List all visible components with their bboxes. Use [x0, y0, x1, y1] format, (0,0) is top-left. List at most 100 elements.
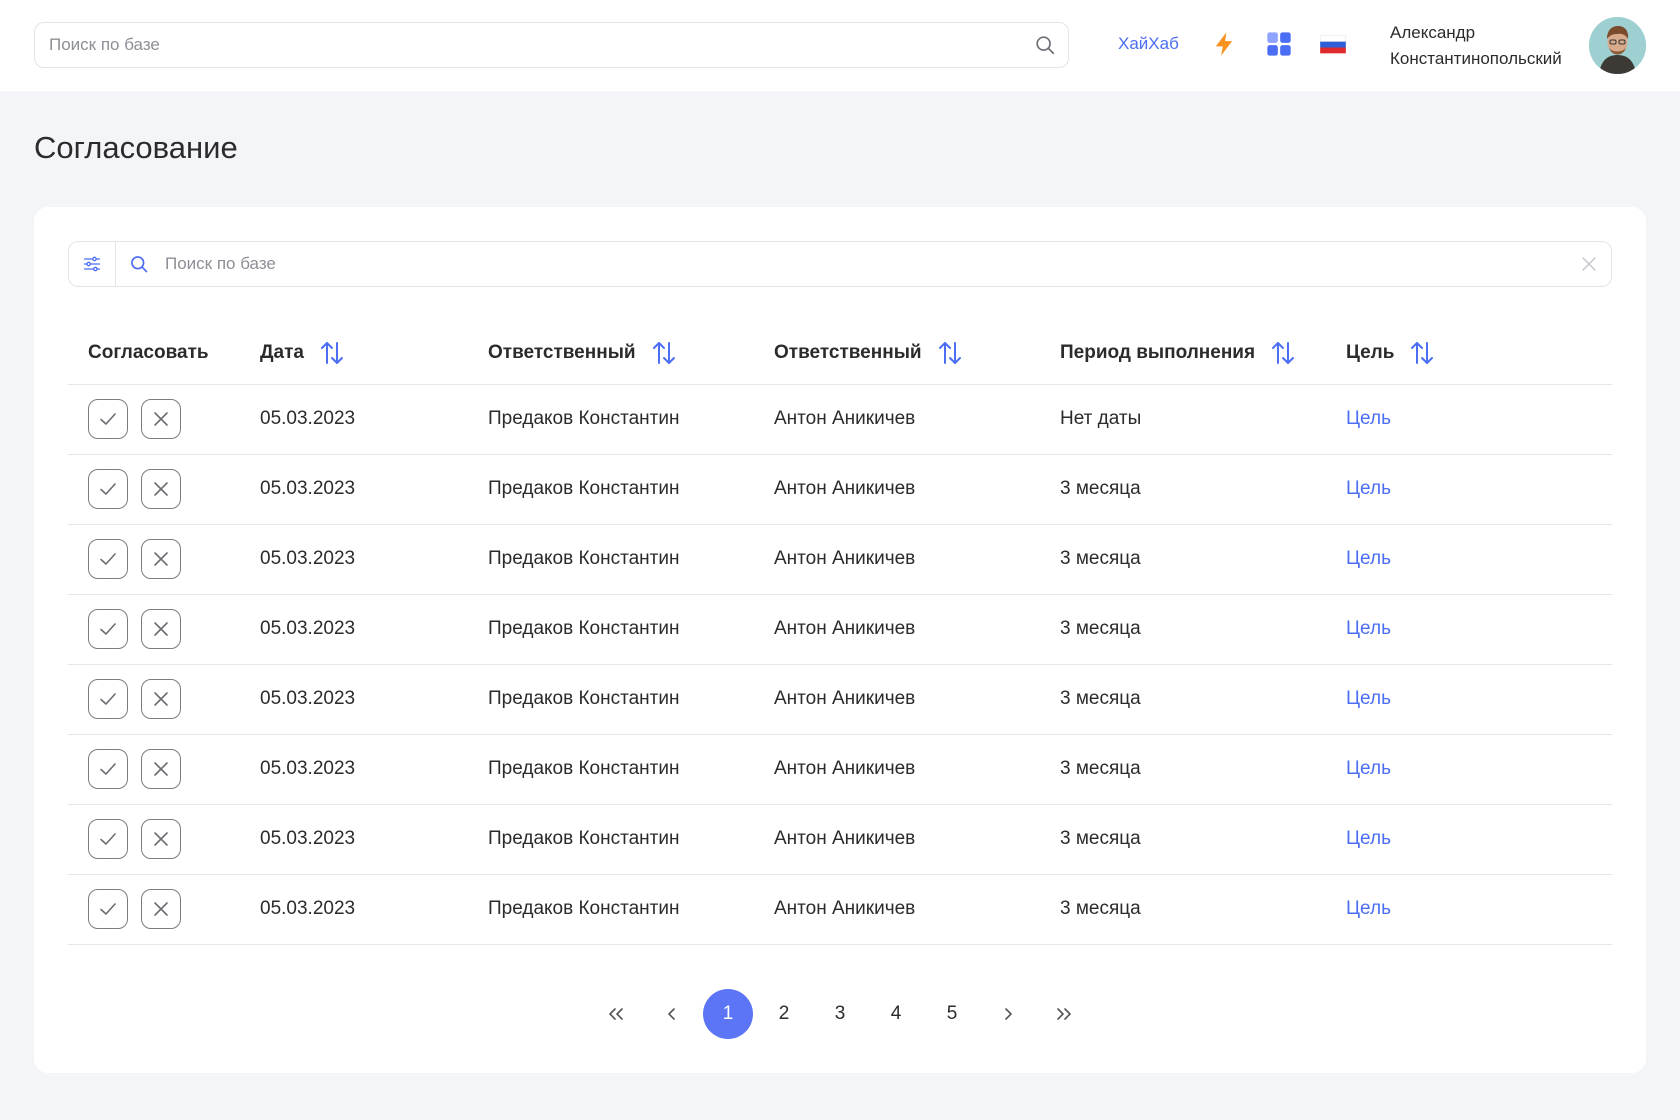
goal-link[interactable]: Цель	[1346, 408, 1391, 429]
column-header-date[interactable]: Дата	[240, 322, 468, 385]
reject-button[interactable]	[141, 889, 181, 929]
double-chevron-left-icon	[609, 1008, 623, 1020]
first-page-button[interactable]	[591, 989, 641, 1039]
russia-flag-icon[interactable]	[1319, 30, 1347, 58]
global-search-input[interactable]	[49, 23, 1009, 67]
reject-button[interactable]	[141, 819, 181, 859]
table-row: 05.03.2023 Предаков Константин Антон Аники…	[68, 594, 1612, 665]
checkmark-icon	[100, 623, 116, 635]
period-cell: Нет даты	[1040, 384, 1326, 455]
date-cell: 05.03.2023	[240, 594, 468, 665]
search-icon[interactable]	[1034, 34, 1056, 56]
table-row: 05.03.2023 Предаков Константин Антон Аники…	[68, 734, 1612, 805]
top-bar: ХайХаб Александр Константинопольский	[0, 0, 1680, 91]
close-icon	[154, 692, 168, 706]
column-header-label: Ответственный	[774, 341, 922, 363]
date-cell: 05.03.2023	[240, 454, 468, 525]
sort-icon[interactable]	[320, 340, 344, 366]
responsible-2-cell: Антон Аникичев	[754, 384, 1040, 455]
search-icon	[131, 256, 148, 273]
close-icon[interactable]	[1581, 256, 1597, 272]
reject-button[interactable]	[141, 469, 181, 509]
responsible-2-cell: Антон Аникичев	[754, 734, 1040, 805]
page-title: Согласование	[34, 130, 238, 165]
goal-link[interactable]: Цель	[1346, 618, 1391, 639]
reject-button[interactable]	[141, 539, 181, 579]
page-number-button[interactable]: 3	[815, 989, 865, 1039]
period-cell: 3 месяца	[1040, 734, 1326, 805]
apps-grid-icon[interactable]	[1265, 30, 1293, 58]
sort-icon[interactable]	[652, 340, 676, 366]
approve-button[interactable]	[88, 749, 128, 789]
brand-link[interactable]: ХайХаб	[1118, 34, 1179, 54]
column-header-goal[interactable]: Цель	[1326, 322, 1612, 385]
user-name[interactable]: Александр Константинопольский	[1390, 20, 1562, 72]
last-page-button[interactable]	[1039, 989, 1089, 1039]
goal-cell: Цель	[1326, 804, 1612, 875]
approve-actions-cell	[68, 454, 240, 525]
page-number-button[interactable]: 4	[871, 989, 921, 1039]
responsible-2-cell: Антон Аникичев	[754, 454, 1040, 525]
table-search-input[interactable]	[165, 242, 1545, 286]
reject-button[interactable]	[141, 749, 181, 789]
approve-actions-cell	[68, 664, 240, 735]
close-icon	[154, 902, 168, 916]
responsible-cell: Предаков Константин	[468, 454, 754, 525]
approve-button[interactable]	[88, 609, 128, 649]
goal-cell: Цель	[1326, 594, 1612, 665]
next-page-button[interactable]	[983, 989, 1033, 1039]
approve-button[interactable]	[88, 539, 128, 579]
responsible-2-cell: Антон Аникичев	[754, 664, 1040, 735]
reject-button[interactable]	[141, 679, 181, 719]
approve-actions-cell	[68, 384, 240, 455]
goal-link[interactable]: Цель	[1346, 758, 1391, 779]
column-header-responsible[interactable]: Ответственный	[468, 322, 754, 385]
approve-button[interactable]	[88, 469, 128, 509]
filter-button[interactable]	[69, 242, 116, 286]
approval-table: Согласовать Дата Ответственный Ответстве…	[68, 322, 1612, 945]
page-number-button[interactable]: 5	[927, 989, 977, 1039]
page-number-button[interactable]: 2	[759, 989, 809, 1039]
user-last-name: Константинопольский	[1390, 49, 1562, 68]
page-number-button[interactable]: 1	[703, 989, 753, 1039]
responsible-2-cell: Антон Аникичев	[754, 594, 1040, 665]
goal-link[interactable]: Цель	[1346, 478, 1391, 499]
goal-cell: Цель	[1326, 454, 1612, 525]
column-header-responsible-2[interactable]: Ответственный	[754, 322, 1040, 385]
date-cell: 05.03.2023	[240, 524, 468, 595]
approve-button[interactable]	[88, 819, 128, 859]
goal-link[interactable]: Цель	[1346, 688, 1391, 709]
responsible-cell: Предаков Константин	[468, 524, 754, 595]
user-first-name: Александр	[1390, 23, 1476, 42]
goal-link[interactable]: Цель	[1346, 548, 1391, 569]
prev-page-button[interactable]	[647, 989, 697, 1039]
column-header-period[interactable]: Период выполнения	[1040, 322, 1326, 385]
approve-button[interactable]	[88, 889, 128, 929]
sort-icon[interactable]	[938, 340, 962, 366]
approve-actions-cell	[68, 524, 240, 595]
column-header-label: Дата	[260, 341, 304, 363]
table-row: 05.03.2023 Предаков Константин Антон Аники…	[68, 454, 1612, 525]
approve-actions-cell	[68, 874, 240, 945]
close-icon	[154, 412, 168, 426]
date-cell: 05.03.2023	[240, 664, 468, 735]
goal-link[interactable]: Цель	[1346, 828, 1391, 849]
approve-button[interactable]	[88, 399, 128, 439]
goal-cell: Цель	[1326, 384, 1612, 455]
checkmark-icon	[100, 483, 116, 495]
sort-icon[interactable]	[1271, 340, 1295, 366]
column-header-label: Цель	[1346, 341, 1395, 363]
close-icon	[154, 762, 168, 776]
approval-card: Согласовать Дата Ответственный Ответстве…	[34, 207, 1646, 1073]
sort-icon[interactable]	[1410, 340, 1434, 366]
avatar[interactable]	[1589, 17, 1646, 74]
checkmark-icon	[100, 693, 116, 705]
column-header-label: Период выполнения	[1060, 341, 1256, 363]
reject-button[interactable]	[141, 609, 181, 649]
table-row: 05.03.2023 Предаков Константин Антон Аники…	[68, 664, 1612, 735]
reject-button[interactable]	[141, 399, 181, 439]
responsible-cell: Предаков Константин	[468, 384, 754, 455]
approve-button[interactable]	[88, 679, 128, 719]
lightning-icon[interactable]	[1210, 30, 1238, 58]
goal-link[interactable]: Цель	[1346, 898, 1391, 919]
